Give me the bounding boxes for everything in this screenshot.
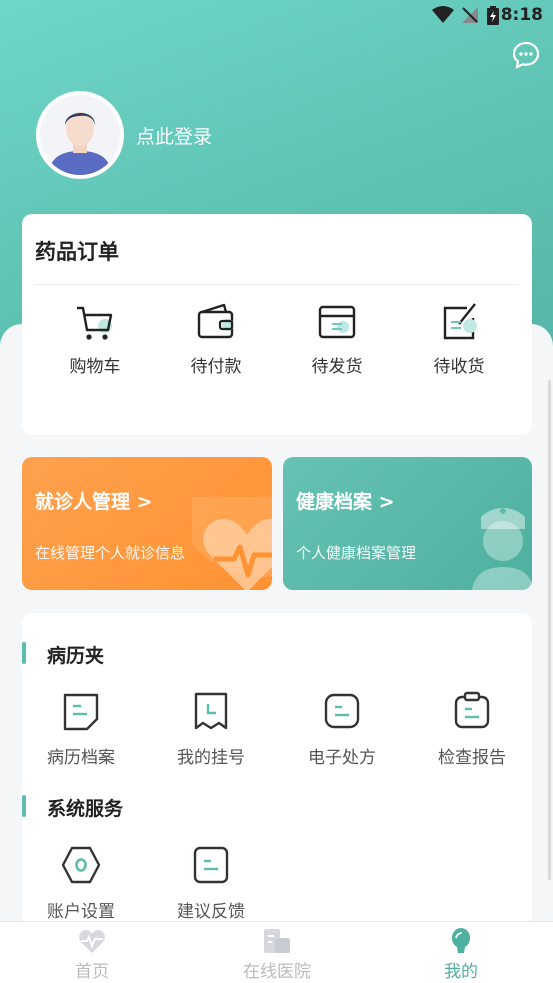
scrollbar[interactable] [548, 380, 551, 880]
user-avatar-icon [40, 95, 120, 175]
order-label: 待发货 [311, 357, 363, 377]
no-signal-icon [462, 7, 478, 23]
nurse-icon [471, 508, 532, 590]
tab-mine[interactable]: 我的 [396, 928, 526, 982]
order-label: 待付款 [190, 357, 242, 377]
settings-icon [61, 846, 101, 884]
health-record-title: 健康档案 > [296, 491, 395, 513]
medicine-orders-card: 药品订单 购物车 待付款 待发货 待收货 [22, 214, 532, 435]
avatar[interactable] [36, 91, 124, 179]
wifi-icon [432, 6, 454, 23]
order-label: 购物车 [69, 357, 121, 377]
service-feedback[interactable]: 建议反馈 [156, 843, 266, 922]
status-time: 8:18 [500, 5, 543, 25]
orders-title: 药品订单 [35, 240, 119, 264]
tab-home[interactable]: 首页 [27, 928, 157, 982]
tab-online-hospital[interactable]: 在线医院 [212, 928, 342, 982]
record-label: 电子处方 [308, 748, 376, 768]
login-link[interactable]: 点此登录 [136, 122, 212, 149]
section-marker [22, 642, 26, 664]
profile-icon [452, 928, 470, 953]
record-exam-report[interactable]: 检查报告 [417, 689, 527, 768]
record-e-prescription[interactable]: 电子处方 [287, 689, 397, 768]
cart-icon [77, 306, 113, 340]
report-icon [454, 691, 490, 729]
order-pending-receipt[interactable]: 待收货 [409, 300, 509, 377]
tab-label: 在线医院 [243, 962, 311, 982]
patient-management-card[interactable]: 就诊人管理 > 在线管理个人就诊信息 [22, 457, 272, 590]
heart-icon [192, 497, 272, 590]
order-label: 待收货 [433, 357, 485, 377]
service-label: 建议反馈 [177, 902, 245, 922]
feedback-icon [193, 846, 229, 884]
wallet-icon [197, 303, 234, 339]
service-label: 账户设置 [47, 902, 115, 922]
tab-label: 我的 [444, 962, 478, 982]
record-label: 我的挂号 [177, 748, 245, 768]
section-marker [22, 795, 26, 817]
divider [35, 284, 519, 285]
order-cart[interactable]: 购物车 [45, 300, 145, 377]
registration-icon [194, 692, 228, 730]
heartbeat-icon [79, 930, 105, 953]
bottom-tab-bar: 首页 在线医院 我的 [0, 921, 553, 983]
health-record-subtitle: 个人健康档案管理 [296, 544, 417, 562]
records-card: 病历夹 病历档案 我的挂号 电子处方 检查报告 系统服务 账户设置 建议反馈 [22, 613, 532, 933]
record-label: 检查报告 [438, 748, 506, 768]
prescription-icon [324, 693, 360, 729]
box-icon [318, 305, 356, 339]
tab-label: 首页 [75, 962, 109, 982]
message-icon[interactable] [511, 40, 541, 70]
patient-management-title: 就诊人管理 > [35, 491, 153, 513]
status-bar: 8:18 [0, 0, 553, 30]
service-account-settings[interactable]: 账户设置 [26, 843, 136, 922]
services-title: 系统服务 [47, 798, 124, 820]
order-pending-shipment[interactable]: 待发货 [287, 300, 387, 377]
record-medical-history[interactable]: 病历档案 [26, 689, 136, 768]
receive-icon [443, 303, 477, 340]
record-my-registration[interactable]: 我的挂号 [156, 689, 266, 768]
records-title: 病历夹 [47, 645, 105, 667]
order-pending-payment[interactable]: 待付款 [166, 300, 266, 377]
medical-record-icon [63, 693, 99, 731]
patient-management-subtitle: 在线管理个人就诊信息 [35, 544, 186, 562]
hospital-icon [264, 929, 290, 953]
record-label: 病历档案 [47, 748, 115, 768]
health-record-card[interactable]: 健康档案 > 个人健康档案管理 [283, 457, 532, 590]
battery-icon [487, 6, 499, 25]
